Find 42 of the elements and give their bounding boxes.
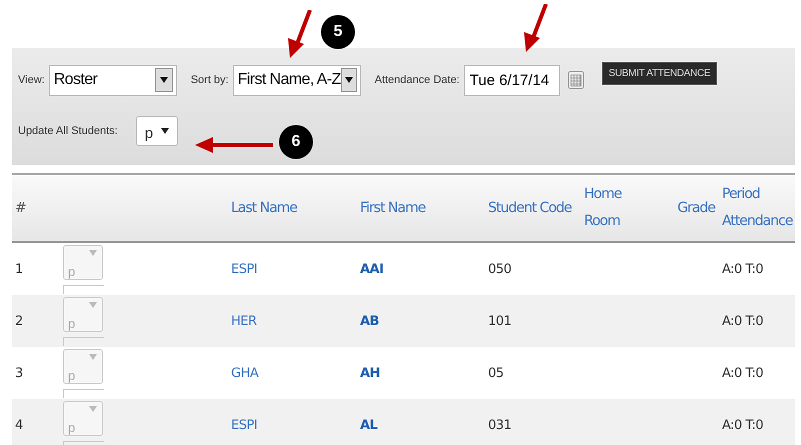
caret-icon — [89, 250, 97, 256]
callout-arrow — [524, 4, 548, 52]
caret-icon — [89, 302, 97, 308]
calendar-icon[interactable] — [568, 71, 584, 89]
callout-arrow — [288, 10, 312, 58]
table-cell: A:0 T:0 — [722, 314, 764, 328]
field-label: Attendance Date: — [374, 74, 460, 86]
sort-dropdown[interactable]: First Name, A-Z — [232, 64, 361, 96]
submit-button[interactable]: SUBMIT ATTENDANCE — [602, 62, 718, 84]
row-number: 4 — [15, 418, 23, 432]
date-field[interactable]: Tue 6/17/14 — [464, 64, 560, 96]
table-cell: 101 — [488, 314, 512, 328]
table-cell: A:0 T:0 — [722, 418, 764, 432]
caret-icon — [344, 77, 353, 83]
control-fragment — [63, 337, 104, 346]
status-dropdown[interactable]: p — [136, 116, 178, 146]
row-number: 1 — [15, 262, 23, 276]
caret-icon — [89, 406, 97, 412]
table-cell: 05 — [488, 366, 504, 380]
field-label: View: — [18, 74, 45, 86]
column-header: # — [15, 200, 26, 216]
table-cell: A:0 T:0 — [722, 262, 764, 276]
view-dropdown[interactable]: Roster — [48, 64, 177, 96]
table-cell: 031 — [488, 418, 512, 432]
column-header[interactable]: Period Attendance — [722, 181, 792, 235]
caret-icon — [160, 77, 168, 83]
caret-icon — [160, 128, 169, 134]
control-fragment — [63, 285, 104, 294]
column-header[interactable]: Home Room — [584, 181, 624, 235]
field-label: Update All Students: — [18, 125, 118, 137]
field-label: Sort by: — [190, 74, 229, 86]
control-fragment — [63, 389, 104, 398]
column-header[interactable]: Student Code — [488, 200, 572, 216]
table-cell: 050 — [488, 262, 512, 276]
table-cell: A:0 T:0 — [722, 366, 764, 380]
column-header[interactable]: Last Name — [231, 200, 297, 216]
column-header[interactable]: Grade — [677, 200, 719, 216]
column-header[interactable]: First Name — [360, 200, 426, 216]
row-number: 3 — [15, 366, 23, 380]
callout-number: 5 — [321, 15, 355, 49]
caret-icon — [89, 354, 97, 360]
row-number: 2 — [15, 314, 23, 328]
